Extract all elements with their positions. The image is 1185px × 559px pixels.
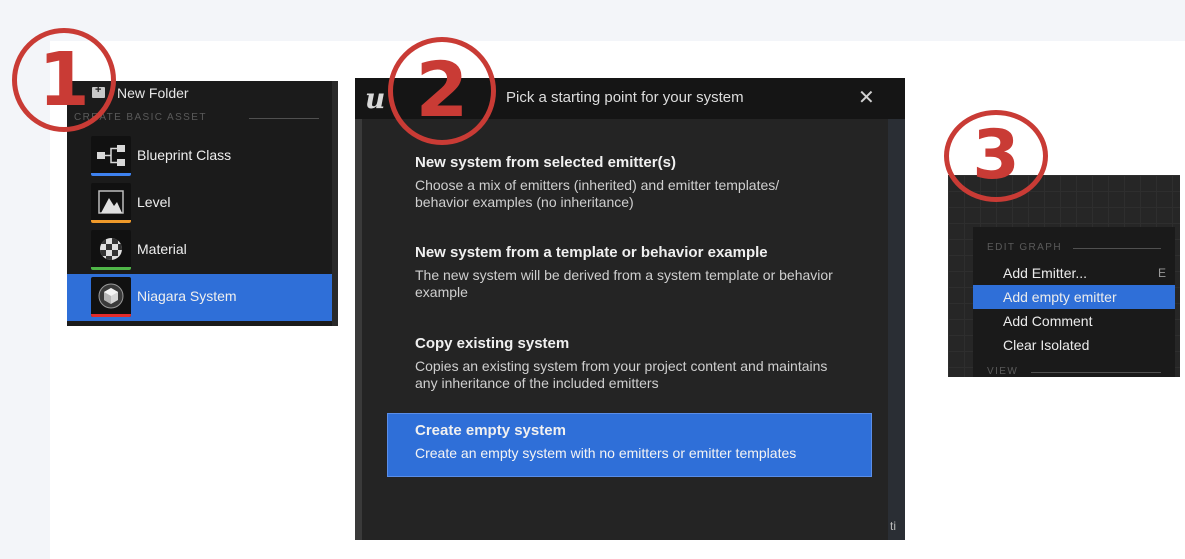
create-asset-menu: New Folder CREATE BASIC ASSET Blueprint … — [67, 81, 338, 326]
menu-item-add-comment[interactable]: Add Comment — [973, 309, 1175, 333]
step-badge-1: 1 — [12, 28, 116, 132]
menu-item-add-emitter[interactable]: Add Emitter... E — [973, 261, 1175, 285]
menu-item-label: Clear Isolated — [1003, 337, 1090, 353]
unreal-logo: u — [365, 82, 386, 115]
section-header-view: VIEW — [987, 366, 1019, 377]
menu-item-add-empty-emitter[interactable]: Add empty emitter — [973, 285, 1175, 309]
background-viewport — [888, 119, 905, 540]
niagara-icon — [91, 277, 131, 317]
section-divider — [249, 118, 319, 119]
menu-item-label: Level — [137, 194, 171, 210]
option-copy-existing[interactable]: Copy existing system Copies an existing … — [387, 326, 872, 391]
scrollbar[interactable] — [332, 81, 338, 326]
menu-item-niagara-system[interactable]: Niagara System — [67, 274, 332, 321]
menu-item-level[interactable]: Level — [67, 180, 332, 227]
section-header: EDIT GRAPH — [987, 242, 1062, 253]
option-create-empty-system[interactable]: Create empty system Create an empty syst… — [387, 413, 872, 477]
menu-item-blueprint-class[interactable]: Blueprint Class — [67, 133, 332, 180]
menu-item-clear-isolated[interactable]: Clear Isolated — [973, 333, 1175, 357]
system-graph: EDIT GRAPH Add Emitter... E Add empty em… — [948, 175, 1180, 377]
option-title: Create empty system — [415, 422, 566, 439]
level-icon — [91, 183, 131, 223]
option-description: The new system will be derived from a sy… — [415, 267, 833, 300]
step-badge-2: 2 — [388, 37, 496, 145]
menu-item-label: Add Comment — [1003, 313, 1093, 329]
option-description: Copies an existing system from your proj… — [415, 358, 828, 391]
niagara-system-wizard: u Pick a starting point for your system … — [355, 78, 905, 540]
section-divider — [1031, 372, 1161, 373]
close-icon[interactable]: ✕ — [858, 85, 875, 110]
graph-context-menu: EDIT GRAPH Add Emitter... E Add empty em… — [973, 227, 1175, 377]
dialog-edge — [355, 119, 362, 540]
shortcut-label: E — [1158, 266, 1167, 280]
option-from-selected-emitters[interactable]: New system from selected emitter(s) Choo… — [387, 145, 872, 210]
dialog-body: New system from selected emitter(s) Choo… — [362, 119, 888, 540]
option-title: New system from a template or behavior e… — [415, 244, 768, 261]
menu-item-label: Add empty emitter — [1003, 289, 1117, 305]
menu-item-label: Blueprint Class — [137, 147, 232, 163]
menu-item-label: Niagara System — [137, 288, 237, 304]
step-badge-3: 3 — [944, 110, 1048, 202]
option-title: Copy existing system — [415, 335, 570, 352]
new-folder-label: New Folder — [117, 85, 189, 101]
option-description: Choose a mix of emitters (inherited) and… — [415, 177, 780, 210]
background-text-fragment: ti — [890, 519, 896, 533]
menu-item-material[interactable]: Material — [67, 227, 332, 274]
menu-item-label: Material — [137, 241, 187, 257]
section-divider — [1073, 248, 1161, 249]
option-description: Create an empty system with no emitters … — [415, 445, 797, 461]
menu-item-label: Add Emitter... — [1003, 265, 1088, 281]
material-icon — [91, 230, 131, 270]
option-from-template[interactable]: New system from a template or behavior e… — [387, 235, 872, 300]
dialog-title: Pick a starting point for your system — [506, 89, 744, 106]
option-title: New system from selected emitter(s) — [415, 154, 676, 171]
blueprint-icon — [91, 136, 131, 176]
